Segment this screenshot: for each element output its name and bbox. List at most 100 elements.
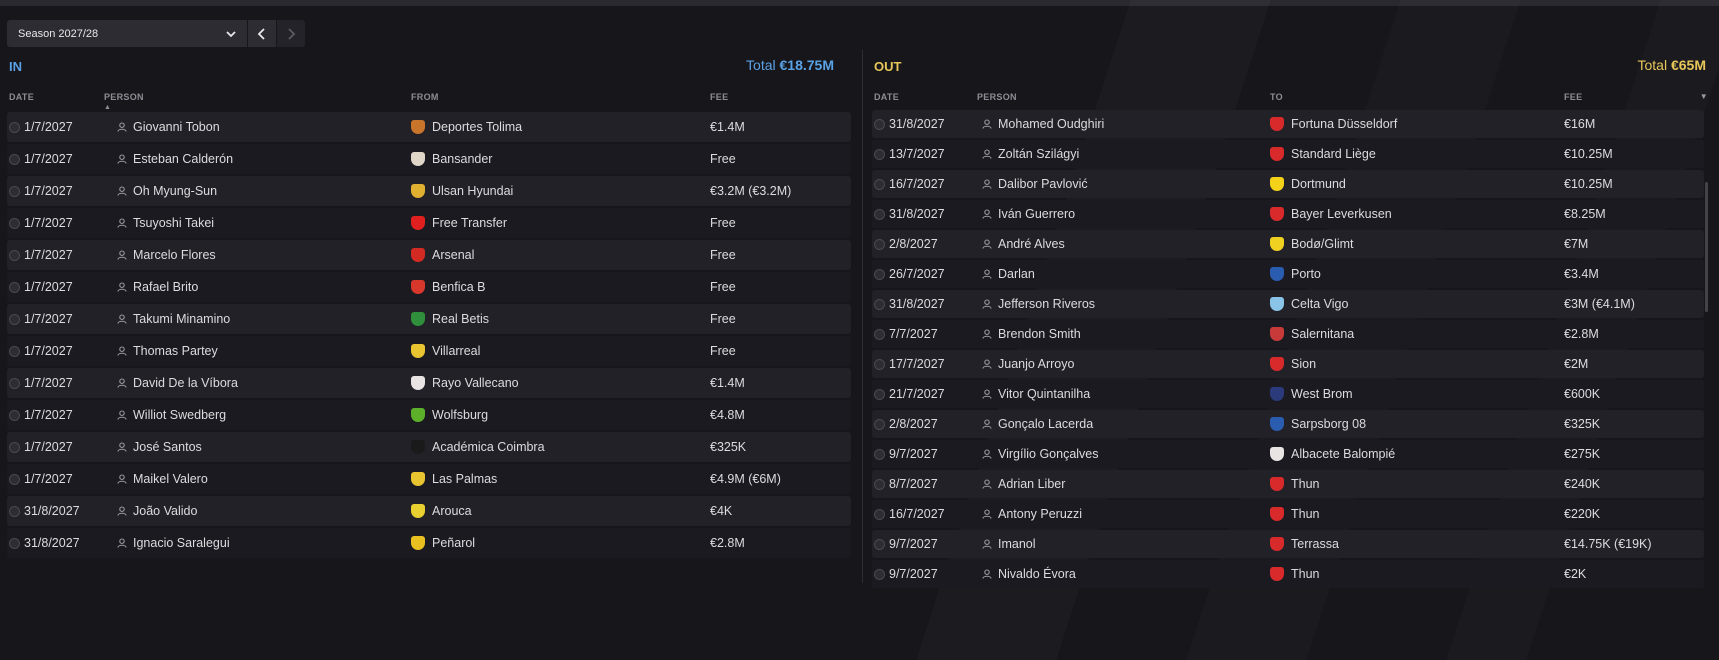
person-cell[interactable]: Imanol: [982, 530, 1036, 558]
person-name[interactable]: Imanol: [998, 537, 1036, 551]
club-name[interactable]: Bayer Leverkusen: [1291, 207, 1392, 221]
scrollbar[interactable]: [1705, 182, 1708, 312]
person-cell[interactable]: Marcelo Flores: [117, 240, 216, 270]
season-dropdown[interactable]: Season 2027/28: [7, 20, 247, 47]
table-row[interactable]: 2/8/2027 Gonçalo Lacerda Sarpsborg 08 €325K: [872, 410, 1704, 438]
person-name[interactable]: Virgílio Gonçalves: [998, 447, 1099, 461]
table-row[interactable]: 16/7/2027 Dalibor Pavlović Dortmund €10.25M: [872, 170, 1704, 198]
table-row[interactable]: 7/7/2027 Brendon Smith Salernitana €2.8M: [872, 320, 1704, 348]
person-name[interactable]: André Alves: [998, 237, 1065, 251]
club-name[interactable]: Benfica B: [432, 280, 486, 294]
person-cell[interactable]: Esteban Calderón: [117, 144, 233, 174]
person-cell[interactable]: Oh Myung-Sun: [117, 176, 217, 206]
person-name[interactable]: Adrian Liber: [998, 477, 1065, 491]
person-name[interactable]: José Santos: [133, 440, 202, 454]
table-row[interactable]: 17/7/2027 Juanjo Arroyo Sion €2M: [872, 350, 1704, 378]
person-name[interactable]: Giovanni Tobon: [133, 120, 220, 134]
person-name[interactable]: Rafael Brito: [133, 280, 198, 294]
person-name[interactable]: Darlan: [998, 267, 1035, 281]
person-name[interactable]: Dalibor Pavlović: [998, 177, 1088, 191]
table-row[interactable]: 31/8/2027 Mohamed Oudghiri Fortuna Düsseld…: [872, 110, 1704, 138]
table-row[interactable]: 31/8/2027 Jefferson Riveros Celta Vigo €3M …: [872, 290, 1704, 318]
column-header-date[interactable]: DATE: [9, 92, 34, 102]
person-cell[interactable]: Iván Guerrero: [982, 200, 1075, 228]
club-cell[interactable]: Celta Vigo: [1270, 290, 1348, 318]
person-cell[interactable]: Darlan: [982, 260, 1035, 288]
column-header-fee[interactable]: FEE: [710, 92, 728, 102]
person-cell[interactable]: Takumi Minamino: [117, 304, 230, 334]
column-header-to[interactable]: TO: [1270, 92, 1283, 102]
club-cell[interactable]: Dortmund: [1270, 170, 1346, 198]
table-row[interactable]: 2/8/2027 André Alves Bodø/Glimt €7M: [872, 230, 1704, 258]
person-cell[interactable]: Jefferson Riveros: [982, 290, 1095, 318]
club-name[interactable]: Wolfsburg: [432, 408, 488, 422]
table-row[interactable]: 1/7/2027 Tsuyoshi Takei Free Transfer Free: [7, 208, 851, 238]
club-cell[interactable]: Fortuna Düsseldorf: [1270, 110, 1397, 138]
table-row[interactable]: 9/7/2027 Virgílio Gonçalves Albacete Balom…: [872, 440, 1704, 468]
club-cell[interactable]: Terrassa: [1270, 530, 1339, 558]
club-cell[interactable]: Thun: [1270, 470, 1320, 498]
column-header-person[interactable]: PERSON: [977, 92, 1017, 102]
person-name[interactable]: João Valido: [133, 504, 197, 518]
person-cell[interactable]: Juanjo Arroyo: [982, 350, 1074, 378]
person-name[interactable]: David De la Víbora: [133, 376, 238, 390]
person-cell[interactable]: Nivaldo Évora: [982, 560, 1076, 588]
column-header-fee[interactable]: FEE: [1564, 92, 1582, 102]
person-name[interactable]: Thomas Partey: [133, 344, 218, 358]
person-cell[interactable]: Ignacio Saralegui: [117, 528, 230, 558]
club-cell[interactable]: Ulsan Hyundai: [411, 176, 513, 206]
club-cell[interactable]: Villarreal: [411, 336, 480, 366]
person-cell[interactable]: Brendon Smith: [982, 320, 1081, 348]
club-name[interactable]: Thun: [1291, 567, 1320, 581]
club-cell[interactable]: Rayo Vallecano: [411, 368, 519, 398]
club-cell[interactable]: Free Transfer: [411, 208, 507, 238]
table-row[interactable]: 1/7/2027 Rafael Brito Benfica B Free: [7, 272, 851, 302]
club-name[interactable]: Ulsan Hyundai: [432, 184, 513, 198]
person-cell[interactable]: Rafael Brito: [117, 272, 198, 302]
club-cell[interactable]: Thun: [1270, 500, 1320, 528]
column-header-from[interactable]: FROM: [411, 92, 439, 102]
person-cell[interactable]: Williot Swedberg: [117, 400, 226, 430]
person-name[interactable]: Jefferson Riveros: [998, 297, 1095, 311]
club-name[interactable]: Arsenal: [432, 248, 474, 262]
club-cell[interactable]: Bayer Leverkusen: [1270, 200, 1392, 228]
person-name[interactable]: Williot Swedberg: [133, 408, 226, 422]
person-cell[interactable]: Giovanni Tobon: [117, 112, 220, 142]
person-cell[interactable]: Zoltán Szilágyi: [982, 140, 1079, 168]
table-row[interactable]: 1/7/2027 Giovanni Tobon Deportes Tolima €1.…: [7, 112, 851, 142]
club-name[interactable]: Real Betis: [432, 312, 489, 326]
club-name[interactable]: Celta Vigo: [1291, 297, 1348, 311]
table-row[interactable]: 31/8/2027 João Valido Arouca €4K: [7, 496, 851, 526]
club-cell[interactable]: Peñarol: [411, 528, 475, 558]
person-name[interactable]: Marcelo Flores: [133, 248, 216, 262]
person-name[interactable]: Gonçalo Lacerda: [998, 417, 1093, 431]
person-name[interactable]: Brendon Smith: [998, 327, 1081, 341]
club-name[interactable]: Sarpsborg 08: [1291, 417, 1366, 431]
club-cell[interactable]: Académica Coimbra: [411, 432, 545, 462]
club-name[interactable]: Free Transfer: [432, 216, 507, 230]
club-cell[interactable]: Sion: [1270, 350, 1316, 378]
table-row[interactable]: 1/7/2027 David De la Víbora Rayo Vallecano…: [7, 368, 851, 398]
person-name[interactable]: Antony Peruzzi: [998, 507, 1082, 521]
table-row[interactable]: 1/7/2027 José Santos Académica Coimbra €325…: [7, 432, 851, 462]
club-name[interactable]: Terrassa: [1291, 537, 1339, 551]
club-name[interactable]: Deportes Tolima: [432, 120, 522, 134]
person-cell[interactable]: José Santos: [117, 432, 202, 462]
club-cell[interactable]: Las Palmas: [411, 464, 497, 494]
table-row[interactable]: 26/7/2027 Darlan Porto €3.4M: [872, 260, 1704, 288]
club-cell[interactable]: Bodø/Glimt: [1270, 230, 1354, 258]
table-row[interactable]: 1/7/2027 Williot Swedberg Wolfsburg €4.8M: [7, 400, 851, 430]
person-name[interactable]: Zoltán Szilágyi: [998, 147, 1079, 161]
next-season-button[interactable]: [277, 20, 305, 47]
club-cell[interactable]: Arouca: [411, 496, 472, 526]
person-cell[interactable]: Gonçalo Lacerda: [982, 410, 1093, 438]
table-row[interactable]: 1/7/2027 Esteban Calderón Bansander Free: [7, 144, 851, 174]
club-name[interactable]: Thun: [1291, 507, 1320, 521]
person-name[interactable]: Maikel Valero: [133, 472, 208, 486]
club-cell[interactable]: Salernitana: [1270, 320, 1354, 348]
person-cell[interactable]: Mohamed Oudghiri: [982, 110, 1104, 138]
person-cell[interactable]: David De la Víbora: [117, 368, 238, 398]
person-name[interactable]: Takumi Minamino: [133, 312, 230, 326]
club-name[interactable]: Albacete Balompié: [1291, 447, 1395, 461]
table-row[interactable]: 31/8/2027 Ignacio Saralegui Peñarol €2.8M: [7, 528, 851, 558]
